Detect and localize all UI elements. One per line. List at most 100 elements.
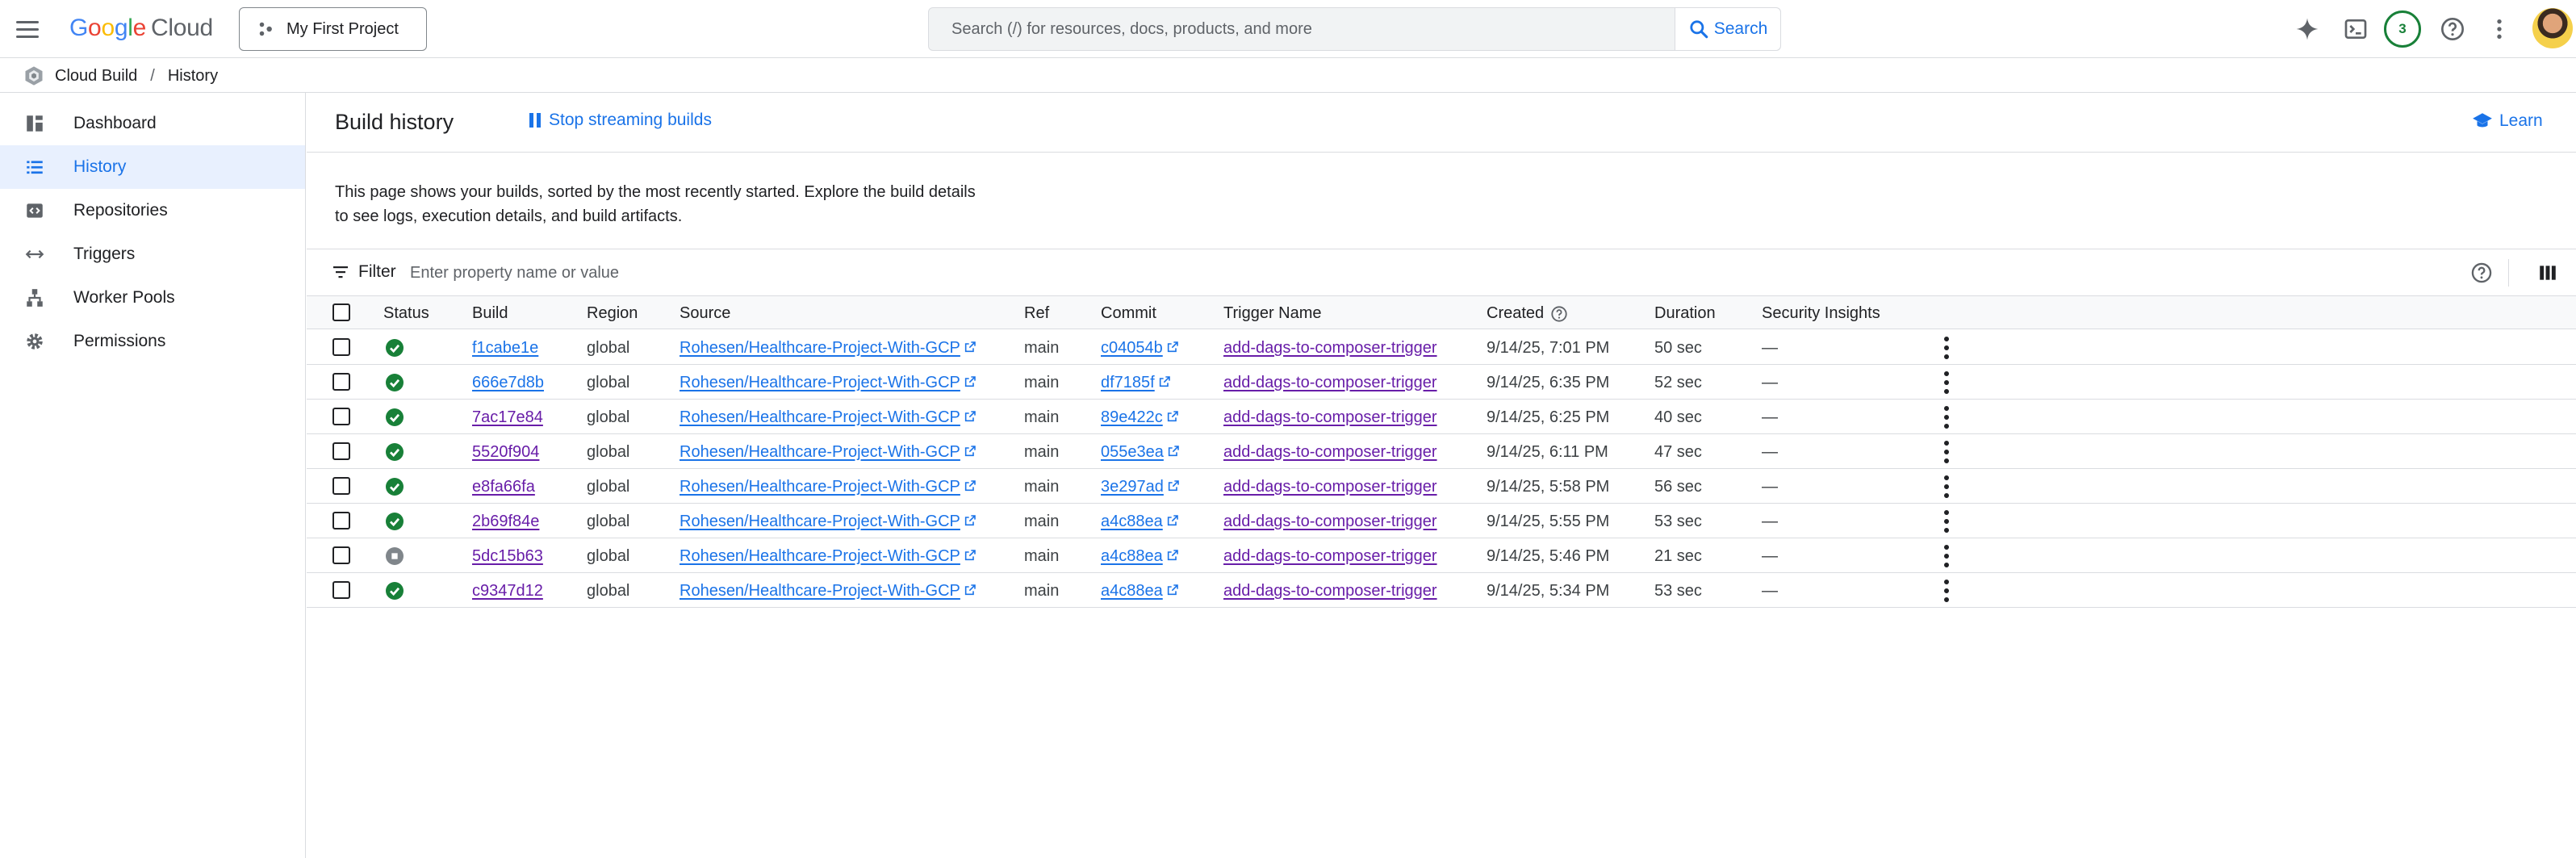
source-link[interactable]: Rohesen/Healthcare-Project-With-GCP	[680, 443, 976, 461]
build-id-link[interactable]: c9347d12	[472, 582, 543, 600]
row-actions-menu-icon[interactable]	[1943, 406, 1950, 429]
build-id-link[interactable]: f1cabe1e	[472, 339, 538, 357]
source-link[interactable]: Rohesen/Healthcare-Project-With-GCP	[680, 582, 976, 600]
search-button[interactable]: Search	[1675, 8, 1780, 50]
project-picker-button[interactable]: My First Project	[239, 7, 427, 51]
trigger-name-link[interactable]: add-dags-to-composer-trigger	[1223, 408, 1437, 426]
row-checkbox[interactable]	[332, 581, 350, 599]
commit-link[interactable]: a4c88ea	[1101, 582, 1179, 600]
commit-link[interactable]: 055e3ea	[1101, 443, 1180, 461]
source-link[interactable]: Rohesen/Healthcare-Project-With-GCP	[680, 408, 976, 426]
duration-cell: 40 sec	[1654, 408, 1702, 426]
security-insights-cell: —	[1762, 408, 1778, 426]
sidebar-item-repositories[interactable]: Repositories	[0, 189, 305, 232]
table-row[interactable]: 5dc15b63 global Rohesen/Healthcare-Project…	[307, 538, 2576, 573]
sidebar-item-dashboard[interactable]: Dashboard	[0, 102, 305, 145]
learn-button[interactable]: Learn	[2472, 111, 2543, 132]
trigger-name-link[interactable]: add-dags-to-composer-trigger	[1223, 339, 1437, 357]
stop-streaming-button[interactable]: Stop streaming builds	[529, 111, 712, 130]
source-link[interactable]: Rohesen/Healthcare-Project-With-GCP	[680, 339, 976, 357]
help-icon[interactable]	[2470, 262, 2493, 284]
column-header-status[interactable]: Status	[383, 304, 429, 323]
trigger-name-link[interactable]: add-dags-to-composer-trigger	[1223, 582, 1437, 600]
security-insights-cell: —	[1762, 582, 1778, 600]
source-link[interactable]: Rohesen/Healthcare-Project-With-GCP	[680, 513, 976, 530]
build-id-link[interactable]: 5dc15b63	[472, 547, 543, 565]
row-checkbox[interactable]	[332, 477, 350, 495]
build-id-link[interactable]: e8fa66fa	[472, 478, 535, 496]
row-checkbox[interactable]	[332, 373, 350, 391]
table-row[interactable]: 666e7d8b global Rohesen/Healthcare-Project…	[307, 365, 2576, 400]
external-link-icon	[1159, 376, 1170, 387]
column-display-icon[interactable]	[2537, 262, 2558, 283]
build-id-link[interactable]: 5520f904	[472, 443, 539, 461]
table-row[interactable]: 2b69f84e global Rohesen/Healthcare-Project…	[307, 504, 2576, 538]
column-header-ref[interactable]: Ref	[1024, 304, 1049, 323]
column-header-security-insights[interactable]: Security Insights	[1762, 304, 1880, 323]
external-link-icon	[964, 341, 976, 353]
commit-link[interactable]: a4c88ea	[1101, 513, 1179, 530]
table-row[interactable]: c9347d12 global Rohesen/Healthcare-Project…	[307, 573, 2576, 608]
column-header-region[interactable]: Region	[587, 304, 638, 323]
main-menu-icon[interactable]	[16, 16, 42, 42]
row-actions-menu-icon[interactable]	[1943, 371, 1950, 394]
table-row[interactable]: 5520f904 global Rohesen/Healthcare-Project…	[307, 434, 2576, 469]
security-insights-cell: —	[1762, 374, 1778, 391]
trigger-name-link[interactable]: add-dags-to-composer-trigger	[1223, 513, 1437, 530]
build-id-link[interactable]: 666e7d8b	[472, 374, 544, 391]
trigger-name-link[interactable]: add-dags-to-composer-trigger	[1223, 547, 1437, 565]
row-actions-menu-icon[interactable]	[1943, 337, 1950, 359]
commit-link[interactable]: a4c88ea	[1101, 547, 1179, 565]
row-checkbox[interactable]	[332, 512, 350, 529]
notifications-badge[interactable]: 3	[2384, 10, 2421, 48]
row-checkbox[interactable]	[332, 442, 350, 460]
table-row[interactable]: 7ac17e84 global Rohesen/Healthcare-Project…	[307, 400, 2576, 434]
more-options-icon[interactable]	[2484, 14, 2515, 44]
row-actions-menu-icon[interactable]	[1943, 545, 1950, 567]
row-checkbox[interactable]	[332, 338, 350, 356]
row-actions-menu-icon[interactable]	[1943, 475, 1950, 498]
created-cell: 9/14/25, 5:58 PM	[1487, 478, 1610, 496]
breadcrumb-history: History	[167, 66, 219, 85]
avatar[interactable]	[2532, 8, 2573, 48]
help-icon[interactable]	[1550, 305, 1568, 323]
search-input[interactable]	[929, 8, 1675, 50]
trigger-name-link[interactable]: add-dags-to-composer-trigger	[1223, 374, 1437, 391]
column-header-source[interactable]: Source	[680, 304, 730, 323]
trigger-name-link[interactable]: add-dags-to-composer-trigger	[1223, 478, 1437, 496]
table-row[interactable]: e8fa66fa global Rohesen/Healthcare-Project…	[307, 469, 2576, 504]
build-id-link[interactable]: 2b69f84e	[472, 513, 539, 530]
row-actions-menu-icon[interactable]	[1943, 441, 1950, 463]
google-cloud-logo[interactable]: Google Cloud	[69, 15, 213, 42]
gemini-sparkle-icon[interactable]	[2292, 14, 2323, 44]
sidebar-item-history[interactable]: History	[0, 145, 305, 189]
column-header-trigger-name[interactable]: Trigger Name	[1223, 304, 1322, 323]
row-actions-menu-icon[interactable]	[1943, 510, 1950, 533]
table-row[interactable]: f1cabe1e global Rohesen/Healthcare-Project…	[307, 330, 2576, 365]
row-checkbox[interactable]	[332, 546, 350, 564]
cloud-shell-icon[interactable]	[2340, 14, 2371, 44]
build-id-link[interactable]: 7ac17e84	[472, 408, 543, 426]
commit-link[interactable]: df7185f	[1101, 374, 1171, 391]
sidebar-item-permissions[interactable]: Permissions	[0, 320, 305, 363]
source-link[interactable]: Rohesen/Healthcare-Project-With-GCP	[680, 547, 976, 565]
column-header-build[interactable]: Build	[472, 304, 508, 323]
sidebar-item-triggers[interactable]: Triggers	[0, 232, 305, 276]
source-link[interactable]: Rohesen/Healthcare-Project-With-GCP	[680, 374, 976, 391]
breadcrumb-cloud-build[interactable]: Cloud Build	[55, 67, 137, 86]
column-header-commit[interactable]: Commit	[1101, 304, 1156, 323]
source-link[interactable]: Rohesen/Healthcare-Project-With-GCP	[680, 478, 976, 496]
sidebar-item-worker-pools[interactable]: Worker Pools	[0, 276, 305, 320]
row-checkbox[interactable]	[332, 408, 350, 425]
help-icon[interactable]	[2437, 14, 2468, 44]
row-actions-menu-icon[interactable]	[1943, 580, 1950, 602]
trigger-name-link[interactable]: add-dags-to-composer-trigger	[1223, 443, 1437, 461]
commit-link[interactable]: c04054b	[1101, 339, 1179, 357]
filter-button[interactable]: Filter	[331, 262, 396, 282]
commit-link[interactable]: 3e297ad	[1101, 478, 1180, 496]
filter-input[interactable]	[410, 257, 1701, 288]
select-all-checkbox[interactable]	[332, 303, 350, 321]
column-header-created[interactable]: Created	[1487, 304, 1568, 323]
column-header-duration[interactable]: Duration	[1654, 304, 1716, 323]
commit-link[interactable]: 89e422c	[1101, 408, 1179, 426]
